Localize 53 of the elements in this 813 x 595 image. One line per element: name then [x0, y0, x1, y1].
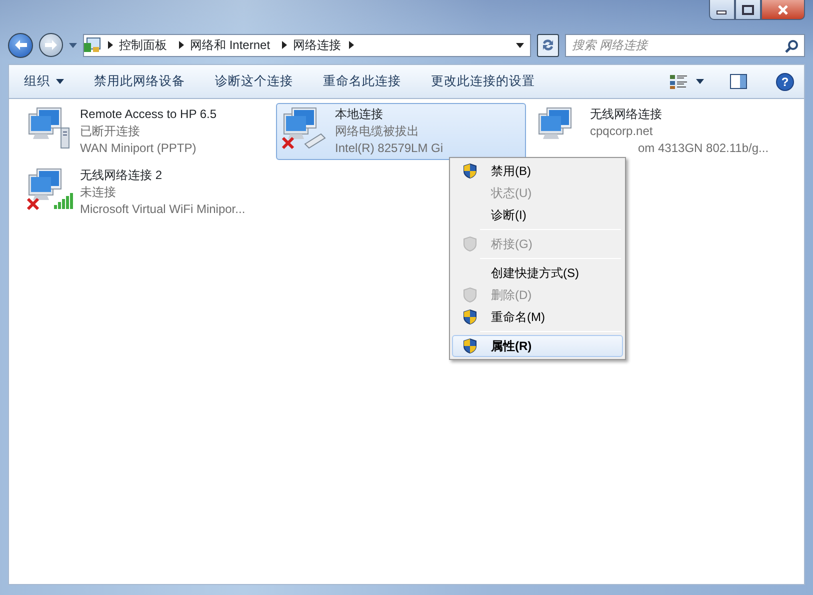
control-panel-icon [84, 37, 102, 53]
search-icon[interactable] [785, 38, 799, 52]
breadcrumb[interactable]: 控制面板 [113, 36, 173, 54]
breadcrumb[interactable]: 网络连接 [287, 36, 348, 54]
menu-item[interactable]: 诊断(I) [452, 204, 623, 226]
help-button[interactable]: ? [776, 72, 794, 90]
dropdown-arrow-icon[interactable] [516, 42, 524, 48]
address-field[interactable]: 控制面板 网络和 Internet 网络连接 [83, 34, 531, 56]
menu-item[interactable]: 重命名(M) [452, 306, 623, 328]
close-icon [777, 4, 789, 14]
search-field[interactable]: 搜索 网络连接 [565, 34, 805, 56]
back-arrow-icon [14, 39, 28, 51]
caret-icon [696, 79, 704, 84]
maximize-button[interactable] [735, 0, 761, 20]
toolbar-button[interactable]: 重命名此连接 [314, 69, 410, 94]
back-button[interactable] [8, 32, 33, 58]
breadcrumb[interactable]: 网络和 Internet [184, 36, 276, 54]
connection-item[interactable]: 无线网络连接 2 未连接 Microsoft Virtual WiFi Minipor... [21, 164, 271, 221]
adapter-name: Microsoft Virtual WiFi Minipor... [80, 201, 246, 218]
connection-status: cpqcorp.net [590, 123, 654, 140]
connection-name: 无线网络连接 [590, 106, 663, 123]
connection-status: 网络电缆被拔出 [335, 123, 420, 140]
connection-item[interactable]: 无线网络连接 cpqcorp.net om 4313GN 802.11b/g... [531, 103, 781, 160]
toolbar-button[interactable]: 组织 [15, 69, 73, 94]
adapter-name: om 4313GN 802.11b/g... [637, 140, 769, 157]
connection-item[interactable]: 本地连接 网络电缆被拔出 Intel(R) 82579LM Gi [276, 103, 526, 160]
toolbar-button[interactable]: 更改此连接的设置 [422, 69, 544, 94]
breadcrumb-arrow-icon[interactable] [282, 41, 288, 49]
toolbar-button[interactable]: 诊断这个连接 [206, 69, 302, 94]
menu-item[interactable]: 属性(R) [452, 335, 623, 357]
breadcrumb-arrow-icon[interactable] [349, 41, 354, 49]
toolbar-button[interactable]: 禁用此网络设备 [85, 69, 194, 94]
connection-name: 无线网络连接 2 [80, 167, 164, 184]
connection-status: 未连接 [80, 184, 117, 201]
adapter-name: WAN Miniport (PPTP) [80, 140, 198, 157]
forward-button[interactable] [39, 33, 63, 57]
breadcrumb-arrow-icon[interactable] [179, 41, 184, 49]
connection-status: 已断开连接 [80, 123, 141, 140]
maximize-icon [742, 4, 754, 14]
refresh-button[interactable] [537, 34, 559, 56]
details-view-icon [670, 74, 688, 90]
breadcrumb-arrow-icon[interactable] [108, 41, 113, 49]
forward-arrow-icon [44, 39, 58, 51]
menu-item[interactable]: 创建快捷方式(S) [452, 262, 623, 284]
connection-item[interactable]: Remote Access to HP 6.5 已断开连接 WAN Miniport (PPTP) [21, 103, 271, 160]
preview-pane-icon [730, 74, 747, 89]
connection-name: 本地连接 [335, 106, 384, 123]
minimize-button[interactable] [709, 0, 735, 20]
close-button[interactable] [761, 0, 805, 20]
menu-item[interactable]: 禁用(B) [452, 160, 623, 182]
refresh-icon [541, 38, 555, 52]
adapter-name: Intel(R) 82579LM Gi [335, 140, 444, 157]
connection-name: Remote Access to HP 6.5 [80, 106, 217, 123]
